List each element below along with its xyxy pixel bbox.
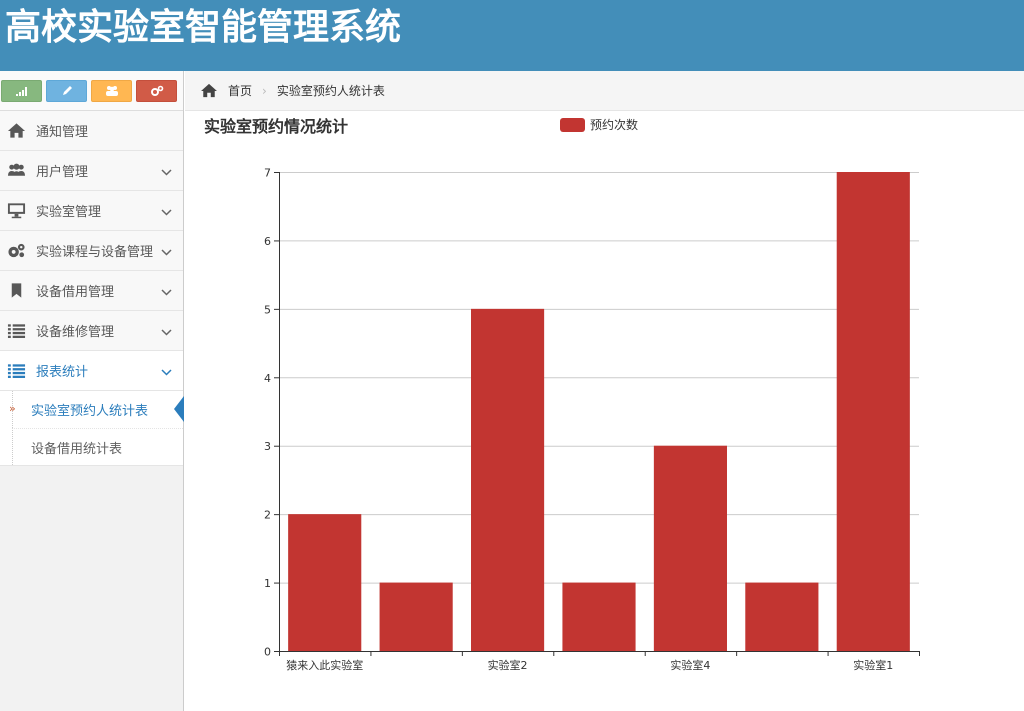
breadcrumb-home-link[interactable]: 首页 bbox=[228, 82, 252, 99]
chevron-down-icon bbox=[161, 205, 172, 216]
cogs-icon bbox=[5, 242, 27, 260]
x-tick-label: 实验室2 bbox=[488, 658, 528, 672]
bar bbox=[745, 582, 819, 651]
chevron-down-icon bbox=[161, 365, 172, 376]
users-icon bbox=[5, 162, 27, 180]
app-title: 高校实验室智能管理系统 bbox=[5, 7, 402, 48]
shortcut-signal-button[interactable] bbox=[1, 79, 42, 102]
y-tick-label: 0 bbox=[264, 646, 271, 659]
list-icon bbox=[5, 362, 27, 380]
bar bbox=[288, 514, 362, 651]
y-tick-label: 6 bbox=[264, 235, 271, 248]
sidebar: 通知管理 用户管理 实验室管理 实验课程与设备管理 设备借用管理 设备维修管理 bbox=[0, 71, 184, 711]
desktop-icon bbox=[5, 202, 27, 220]
y-tick-label: 4 bbox=[264, 372, 271, 385]
cogs-icon bbox=[150, 85, 163, 96]
active-pointer bbox=[174, 396, 184, 422]
bar bbox=[562, 582, 636, 651]
signal-icon bbox=[15, 86, 27, 96]
x-tick-label: 猿来入此实验室 bbox=[286, 658, 363, 672]
bar-chart: 0 1 2 3 4 5 6 7 猿来入此实验室 实验室2 实验室4 实验室1 bbox=[264, 167, 920, 672]
y-tick-label: 3 bbox=[264, 440, 271, 453]
shortcut-cogs-button[interactable] bbox=[136, 79, 177, 102]
sidebar-item-courses-devices[interactable]: 实验课程与设备管理 bbox=[0, 231, 183, 271]
users-icon bbox=[105, 85, 118, 96]
sidebar-item-reports[interactable]: 报表统计 bbox=[0, 351, 183, 391]
sidebar-shortcuts bbox=[0, 71, 183, 111]
sidebar-item-users[interactable]: 用户管理 bbox=[0, 151, 183, 191]
y-tick-label: 5 bbox=[264, 303, 271, 316]
pencil-icon bbox=[62, 85, 72, 95]
shortcut-users-button[interactable] bbox=[91, 79, 132, 102]
bar bbox=[653, 445, 727, 651]
sidebar-subitem-label: 实验室预约人统计表 bbox=[31, 404, 149, 419]
chevron-down-icon bbox=[161, 285, 172, 296]
y-tick-label: 2 bbox=[264, 509, 271, 522]
y-tick-label: 1 bbox=[264, 577, 271, 590]
sidebar-item-notices[interactable]: 通知管理 bbox=[0, 111, 183, 151]
sidebar-subitem-device-borrow-stats[interactable]: 设备借用统计表 bbox=[12, 428, 183, 465]
breadcrumb: 首页 › 实验室预约人统计表 bbox=[185, 71, 1024, 111]
chevron-down-icon bbox=[161, 325, 172, 336]
y-tick-label: 7 bbox=[264, 167, 271, 180]
bar bbox=[836, 172, 910, 651]
list-icon bbox=[5, 322, 27, 340]
home-icon bbox=[5, 122, 27, 140]
bar bbox=[471, 308, 545, 651]
home-icon bbox=[200, 83, 218, 98]
sidebar-item-borrow[interactable]: 设备借用管理 bbox=[0, 271, 183, 311]
shortcut-pencil-button[interactable] bbox=[46, 79, 87, 102]
sidebar-subitem-lab-reservations[interactable]: » 实验室预约人统计表 bbox=[9, 391, 184, 428]
x-tick-label: 实验室4 bbox=[670, 658, 710, 672]
breadcrumb-current: 实验室预约人统计表 bbox=[276, 84, 385, 98]
sidebar-subitem-label: 设备借用统计表 bbox=[31, 441, 123, 457]
sidebar-item-label: 通知管理 bbox=[36, 125, 89, 140]
sidebar-nav: 通知管理 用户管理 实验室管理 实验课程与设备管理 设备借用管理 设备维修管理 bbox=[0, 111, 183, 391]
double-chevron-right-icon: » bbox=[9, 402, 16, 415]
bookmark-icon bbox=[5, 282, 27, 300]
breadcrumb-separator: › bbox=[262, 83, 267, 98]
bar bbox=[379, 582, 453, 651]
chevron-down-icon bbox=[161, 165, 172, 176]
app-header: 高校实验室智能管理系统 bbox=[0, 0, 1024, 71]
x-tick-label: 实验室1 bbox=[853, 658, 893, 672]
reports-submenu: » 实验室预约人统计表 设备借用统计表 bbox=[0, 391, 184, 466]
chevron-down-icon bbox=[161, 245, 172, 256]
sidebar-item-repair[interactable]: 设备维修管理 bbox=[0, 311, 183, 351]
sidebar-item-labs[interactable]: 实验室管理 bbox=[0, 191, 183, 231]
